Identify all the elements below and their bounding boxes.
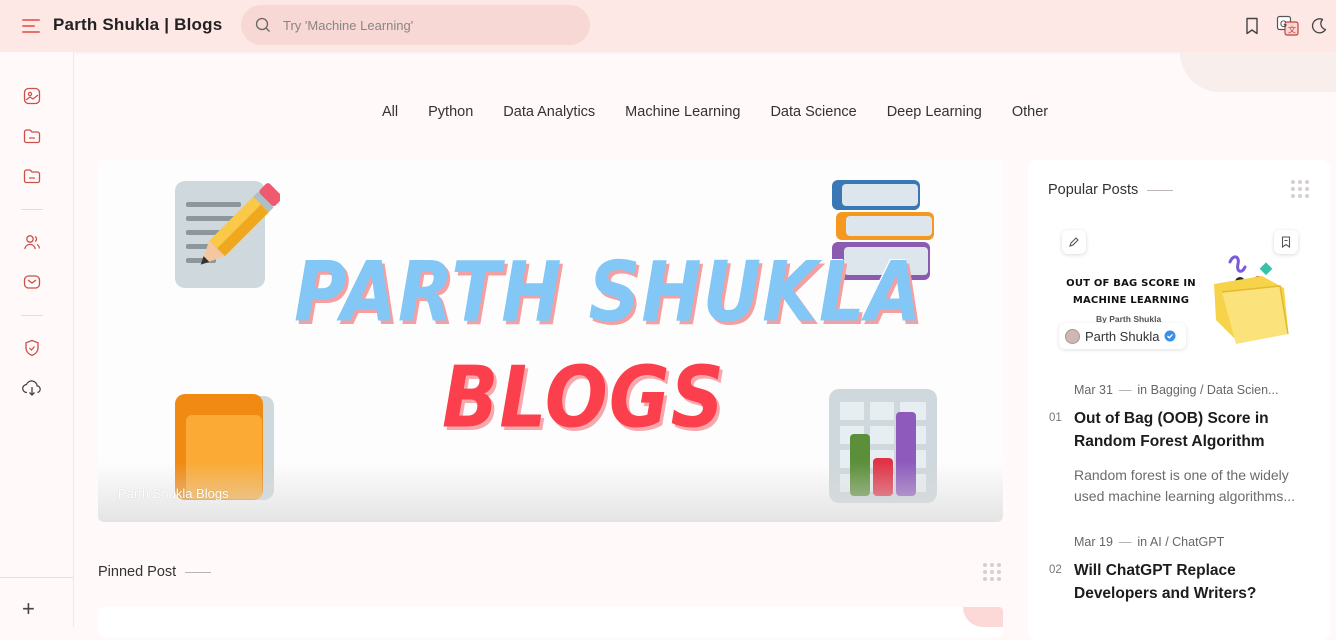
- pinned-post-label: Pinned Post: [98, 564, 177, 580]
- hero-caption[interactable]: Parth Shukla Blogs: [118, 486, 229, 501]
- popular-posts-panel: Popular Posts OUT OF BAG SCORE IN MACHIN…: [1028, 160, 1330, 640]
- svg-text:G: G: [1280, 19, 1287, 29]
- folder-icon[interactable]: [21, 165, 43, 187]
- heading-line: [185, 571, 212, 573]
- post-category[interactable]: in Bagging / Data Scien...: [1137, 383, 1278, 397]
- thumbnail-title: OUT OF BAG SCORE IN MACHINE LEARNING: [1066, 278, 1196, 306]
- image-icon[interactable]: [21, 85, 43, 107]
- edit-icon[interactable]: [1062, 230, 1086, 254]
- users-icon[interactable]: [21, 231, 43, 253]
- post-title[interactable]: Will ChatGPT Replace Developers and Writ…: [1074, 559, 1314, 605]
- post-excerpt: Random forest is one of the widely used …: [1074, 467, 1296, 504]
- hero-banner[interactable]: PARTH SHUKLA BLOGS Parth Shukla Blogs: [98, 160, 1003, 522]
- folder-3d-icon: [1214, 255, 1289, 344]
- category-tabs: All Python Data Analytics Machine Learni…: [382, 104, 1048, 120]
- sidebar: +: [0, 52, 74, 627]
- drag-handle-icon[interactable]: [983, 563, 1001, 581]
- hero-title-line2: BLOGS: [442, 348, 725, 448]
- post-number: 01: [1049, 412, 1062, 424]
- bookmark-icon[interactable]: [1241, 15, 1263, 37]
- translate-icon[interactable]: G文: [1275, 15, 1301, 37]
- avatar: [1065, 328, 1080, 344]
- top-bar: Parth Shukla | Blogs G文: [0, 0, 1336, 52]
- tab-other[interactable]: Other: [1012, 104, 1048, 120]
- tab-machine-learning[interactable]: Machine Learning: [625, 104, 740, 120]
- verified-badge-icon: [1164, 330, 1176, 342]
- menu-icon[interactable]: [22, 17, 42, 35]
- post-meta: Mar 19— in AI / ChatGPT: [1074, 535, 1225, 549]
- tab-data-analytics[interactable]: Data Analytics: [503, 104, 595, 120]
- author-chip[interactable]: Parth Shukla: [1059, 323, 1187, 349]
- card-corner-decoration: [963, 607, 1003, 627]
- tab-deep-learning[interactable]: Deep Learning: [887, 104, 982, 120]
- shield-icon[interactable]: [21, 337, 43, 359]
- heading-line: [1147, 189, 1174, 191]
- search-input[interactable]: [283, 15, 573, 35]
- sidebar-divider: [21, 209, 43, 210]
- post-title[interactable]: Out of Bag (OOB) Score in Random Forest …: [1074, 407, 1314, 453]
- post-date: Mar 19: [1074, 535, 1113, 549]
- tab-python[interactable]: Python: [428, 104, 473, 120]
- sidebar-divider: [21, 315, 43, 316]
- search-bar[interactable]: [241, 5, 590, 45]
- svg-text:文: 文: [1288, 25, 1296, 35]
- popular-posts-heading: Popular Posts: [1048, 182, 1174, 198]
- notepad-pencil-icon: [175, 181, 280, 288]
- post-meta: Mar 31— in Bagging / Data Scien...: [1074, 383, 1279, 397]
- tab-data-science[interactable]: Data Science: [770, 104, 856, 120]
- pinned-post-heading: Pinned Post: [98, 564, 212, 580]
- post-category[interactable]: in AI / ChatGPT: [1137, 535, 1224, 549]
- sidebar-divider: [0, 577, 73, 578]
- hero-shade: [98, 462, 1003, 522]
- bookmark-icon[interactable]: [1274, 230, 1298, 254]
- plus-icon[interactable]: +: [22, 596, 35, 622]
- folder-icon[interactable]: [21, 125, 43, 147]
- site-title[interactable]: Parth Shukla | Blogs: [53, 15, 222, 35]
- mail-icon[interactable]: [21, 271, 43, 293]
- post-date: Mar 31: [1074, 383, 1113, 397]
- drag-handle-icon[interactable]: [1291, 180, 1309, 198]
- popular-posts-label: Popular Posts: [1048, 182, 1139, 198]
- author-name: Parth Shukla: [1085, 328, 1160, 344]
- download-icon[interactable]: [21, 377, 43, 399]
- search-icon: [255, 17, 270, 32]
- post-number: 02: [1049, 564, 1062, 576]
- decorative-shape: [1180, 52, 1336, 92]
- pinned-post-card[interactable]: [98, 607, 1003, 637]
- tab-all[interactable]: All: [382, 104, 398, 120]
- moon-icon[interactable]: [1308, 15, 1330, 37]
- hero-title-line1: PARTH SHUKLA: [294, 243, 923, 341]
